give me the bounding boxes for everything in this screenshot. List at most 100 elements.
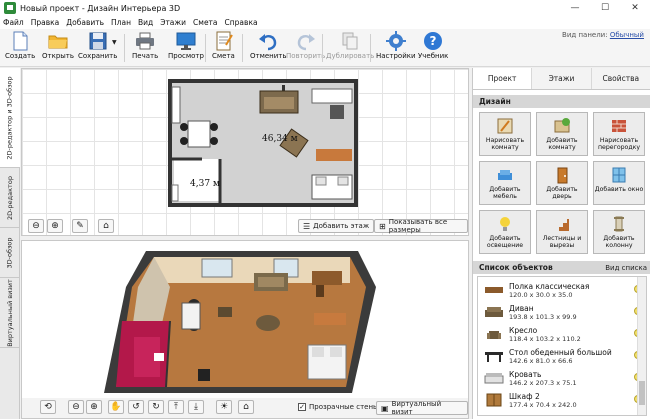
object-list-scrollbar[interactable] — [637, 277, 646, 415]
show-sizes-button[interactable]: ⊞ Показывать все размеры — [374, 218, 468, 234]
chevron-down-icon: ▼ — [112, 39, 117, 46]
hand-icon: ✋ — [110, 402, 122, 412]
create-button[interactable]: Создать — [5, 31, 35, 65]
list-item[interactable]: Шкаф 2 177.4 x 70.4 x 242.0 — [478, 389, 642, 411]
view-3d[interactable]: ⟲ ⊖ ⊕ ✋ ↺ ↻ ⤒ ⤓ ☀ ⌂ ✓ Прозрачные стены ▣… — [21, 240, 469, 419]
rotate-right-button[interactable]: ↻ — [148, 400, 164, 414]
zoom-out-icon: ⊖ — [32, 221, 40, 231]
gear-icon — [385, 31, 406, 51]
redo-button[interactable]: Повторить — [286, 31, 325, 65]
lighting-button[interactable]: ☀ — [216, 400, 232, 414]
tab-2d-editor[interactable]: 2D-редактор — [0, 168, 20, 228]
help-icon: ? — [424, 32, 443, 50]
home-icon: ⌂ — [243, 402, 249, 412]
right-panel-tabs: Проект Этажи Свойства — [473, 68, 650, 90]
tab-2d-and-3d[interactable]: 2D-редактор и 3D-обзор — [0, 68, 20, 168]
settings-button[interactable]: Настройки — [376, 31, 416, 65]
add-window-tile[interactable]: Добавить окно — [593, 161, 645, 205]
pencil-icon — [497, 118, 513, 134]
tilt-down-button[interactable]: ⤓ — [188, 400, 204, 414]
shelf-icon — [485, 287, 503, 293]
column-icon — [614, 216, 624, 232]
tutorial-button[interactable]: ? Учебник — [418, 31, 448, 65]
home-view-button[interactable]: ⌂ — [98, 219, 114, 233]
door-icon — [557, 167, 568, 184]
zoom-out-button[interactable]: ⊖ — [28, 219, 44, 233]
undo-icon — [259, 34, 277, 51]
zoom-out-3d-button[interactable]: ⊖ — [68, 400, 84, 414]
wardrobe-icon — [486, 393, 502, 407]
plan-2d-view[interactable]: 46,34 м 4,37 м ⊖ ⊕ ✎ ⌂ ☰ Добавить этаж ⊞… — [21, 68, 469, 236]
scrollbar-thumb[interactable] — [639, 381, 645, 405]
menu-edit[interactable]: Правка — [31, 18, 60, 27]
zoom-in-button[interactable]: ⊕ — [47, 219, 63, 233]
add-floor-icon: ☰ — [303, 221, 311, 231]
add-lighting-tile[interactable]: Добавить освещение — [479, 210, 531, 254]
add-column-tile[interactable]: Добавить колонну — [593, 210, 645, 254]
add-floor-button[interactable]: ☰ Добавить этаж — [298, 219, 375, 233]
floor-plan[interactable]: 46,34 м 4,37 м — [166, 77, 386, 207]
list-item[interactable]: Кресло 118.4 x 103.2 x 110.2 — [478, 323, 642, 345]
home-icon: ⌂ — [103, 221, 109, 231]
list-item[interactable]: Диван 193.8 x 101.3 x 99.9 — [478, 301, 642, 323]
draw-partition-tile[interactable]: Нарисовать перегородку — [593, 112, 645, 156]
main-room-area: 46,34 м — [262, 134, 298, 144]
stairs-tile[interactable]: Лестницы и вырезы — [536, 210, 588, 254]
tilt-up-button[interactable]: ⤒ — [168, 400, 184, 414]
panel-view-link[interactable]: Обычный — [610, 31, 644, 39]
print-button[interactable]: Печать — [132, 31, 158, 65]
rotate-left-button[interactable]: ↺ — [128, 400, 144, 414]
virtual-visit-button[interactable]: ▣ Виртуальный визит — [376, 400, 468, 416]
undo-button[interactable]: Отменить — [250, 31, 287, 65]
redo-icon — [297, 34, 315, 51]
printer-icon — [136, 32, 155, 50]
toolbar: Создать Открыть Сохранить ▼ Печать Просм… — [0, 29, 650, 67]
menu-help[interactable]: Справка — [225, 18, 258, 27]
list-view-toggle[interactable]: Вид списка — [605, 264, 647, 272]
draw-room-tile[interactable]: Нарисовать комнату — [479, 112, 531, 156]
tab-project[interactable]: Проект — [473, 68, 533, 89]
measure-button[interactable]: ✎ — [72, 219, 88, 233]
ruler-icon: ✎ — [76, 221, 84, 231]
menu-floors[interactable]: Этажи — [160, 18, 186, 27]
open-button[interactable]: Открыть — [42, 31, 74, 65]
room-add-icon — [554, 118, 570, 133]
preview-button[interactable]: Просмотр — [168, 31, 204, 65]
close-button[interactable]: ✕ — [620, 0, 650, 16]
window-icon — [612, 167, 626, 183]
tab-floors[interactable]: Этажи — [532, 68, 592, 89]
add-door-tile[interactable]: Добавить дверь — [536, 161, 588, 205]
add-furniture-tile[interactable]: Добавить мебель — [479, 161, 531, 205]
zoom-in-3d-button[interactable]: ⊕ — [86, 400, 102, 414]
estimate-button[interactable]: Смета — [212, 31, 235, 65]
rotate-360-button[interactable]: ⟲ — [40, 400, 56, 414]
tilt-down-icon: ⤓ — [194, 402, 198, 412]
list-item[interactable]: Кровать 146.2 x 207.3 x 75.1 — [478, 367, 642, 389]
add-room-tile[interactable]: Добавить комнату — [536, 112, 588, 156]
menu-view[interactable]: Вид — [138, 18, 153, 27]
maximize-button[interactable]: ☐ — [590, 0, 620, 16]
tab-virtual-visit[interactable]: Виртуальный визит — [0, 278, 20, 348]
menu-plan[interactable]: План — [111, 18, 131, 27]
bathroom-area: 4,37 м — [190, 179, 220, 189]
list-item[interactable]: Полка классическая 120.0 x 30.0 x 35.0 — [478, 279, 642, 301]
app-logo-icon — [4, 2, 16, 14]
menu-estimate[interactable]: Смета — [193, 18, 217, 27]
window-title: Новый проект - Дизайн Интерьера 3D — [20, 3, 181, 13]
checkbox-check-icon: ✓ — [298, 402, 306, 411]
menu-add[interactable]: Добавить — [66, 18, 104, 27]
home-3d-button[interactable]: ⌂ — [238, 400, 254, 414]
panel-view-label: Вид панели: — [562, 31, 608, 39]
list-item[interactable]: Стол обеденный большой 142.6 x 81.0 x 66.… — [478, 345, 642, 367]
pan-button[interactable]: ✋ — [108, 400, 124, 414]
object-list: Полка классическая 120.0 x 30.0 x 35.0 Ди… — [477, 276, 647, 416]
tab-properties[interactable]: Свойства — [591, 68, 650, 89]
menu-file[interactable]: Файл — [3, 18, 24, 27]
duplicate-button[interactable]: Дублировать — [326, 31, 374, 65]
transparent-walls-checkbox[interactable]: ✓ Прозрачные стены — [298, 403, 379, 411]
toolbar-divider — [322, 34, 323, 62]
minimize-button[interactable]: — — [560, 0, 590, 16]
menu-bar: Файл Правка Добавить План Вид Этажи Смет… — [0, 16, 650, 29]
tab-3d-view[interactable]: 3D-обзор — [0, 228, 20, 278]
new-file-icon — [13, 31, 28, 51]
